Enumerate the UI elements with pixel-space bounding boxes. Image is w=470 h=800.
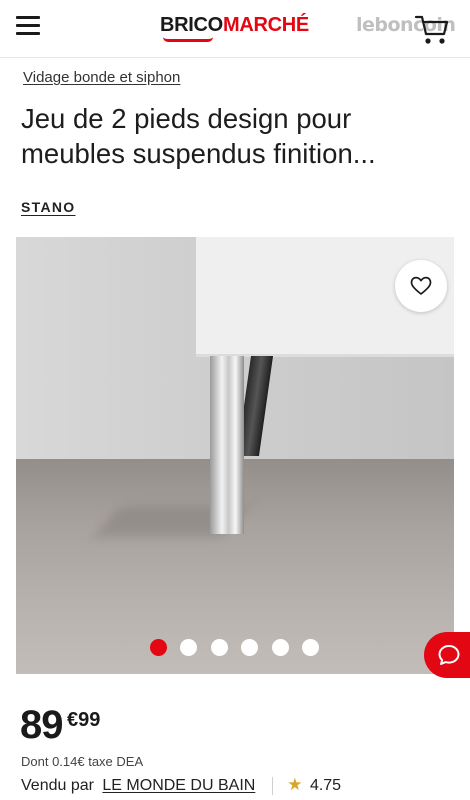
brand-link[interactable]: STANO <box>21 199 75 215</box>
product-title: Jeu de 2 pieds design pour meubles suspe… <box>21 103 376 169</box>
divider <box>271 776 273 795</box>
gallery-dot-5[interactable] <box>272 639 289 656</box>
gallery-dot-6[interactable] <box>302 639 319 656</box>
image-leg-front <box>210 356 244 534</box>
gallery-dot-3[interactable] <box>211 639 228 656</box>
logo-part-1: BRICO <box>160 14 223 36</box>
price-decimals: €99 <box>67 709 101 731</box>
gallery-dot-4[interactable] <box>241 639 258 656</box>
logo-part-2: MARCHÉ <box>222 14 309 36</box>
menu-icon[interactable] <box>16 14 42 38</box>
gallery-dot-2[interactable] <box>180 639 197 656</box>
seller-link[interactable]: LE MONDE DU BAIN <box>102 777 255 794</box>
price: 89 €99 <box>20 703 100 747</box>
product-image[interactable] <box>16 237 454 674</box>
cart-icon[interactable] <box>414 14 450 46</box>
chat-button[interactable] <box>424 632 470 678</box>
favorite-button[interactable] <box>395 260 447 312</box>
logo-swoosh <box>163 37 213 42</box>
gallery-dot-1[interactable] <box>150 639 167 656</box>
heart-icon <box>410 276 432 295</box>
breadcrumb-link[interactable]: Vidage bonde et siphon <box>23 69 180 86</box>
seller-rating: 4.75 <box>309 777 342 794</box>
chat-icon <box>438 645 460 665</box>
seller-info: Vendu par LE MONDE DU BAIN ★ 4.75 <box>21 775 341 795</box>
seller-prefix: Vendu par <box>21 777 94 794</box>
tax-note: Dont 0.14€ taxe DEA <box>21 754 144 769</box>
star-icon: ★ <box>287 775 303 794</box>
header: BRICOMARCHÉ leboncoin <box>0 0 470 58</box>
price-integer: 89 <box>20 703 63 747</box>
